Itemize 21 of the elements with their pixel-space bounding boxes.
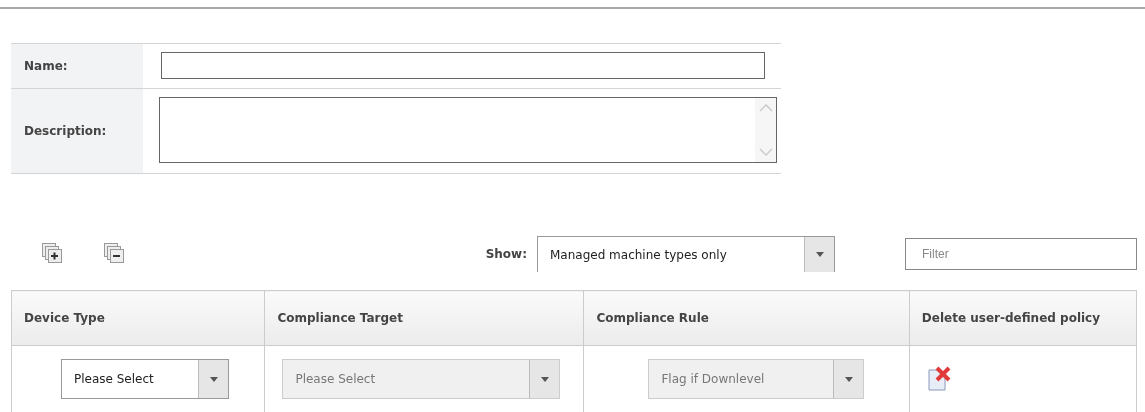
- column-header: Device Type: [11, 290, 265, 346]
- caret-icon: [844, 376, 853, 382]
- delete-button[interactable]: [926, 366, 951, 392]
- dropdown[interactable]: Please Select: [61, 359, 229, 399]
- caret-icon: [540, 376, 549, 382]
- column-header: Compliance Target: [264, 290, 584, 346]
- column-header: Delete user-defined policy: [909, 290, 1137, 346]
- filter-field[interactable]: Filter: [905, 238, 1137, 270]
- field-label: Name:: [11, 44, 143, 88]
- add-rows-button[interactable]: [42, 243, 64, 265]
- remove-rows-icon: [104, 243, 126, 265]
- column-header: Compliance Rule: [583, 290, 910, 346]
- show-dropdown[interactable]: Managed machine types only: [537, 236, 835, 272]
- caret-icon: [209, 376, 218, 382]
- show-label: Show:: [485, 247, 527, 261]
- name-field[interactable]: [161, 52, 765, 79]
- caret-icon: [815, 252, 824, 257]
- field-label: Description:: [11, 89, 143, 173]
- add-rows-icon: [42, 243, 64, 265]
- delete-document-icon: [926, 366, 951, 392]
- remove-rows-button[interactable]: [104, 243, 126, 265]
